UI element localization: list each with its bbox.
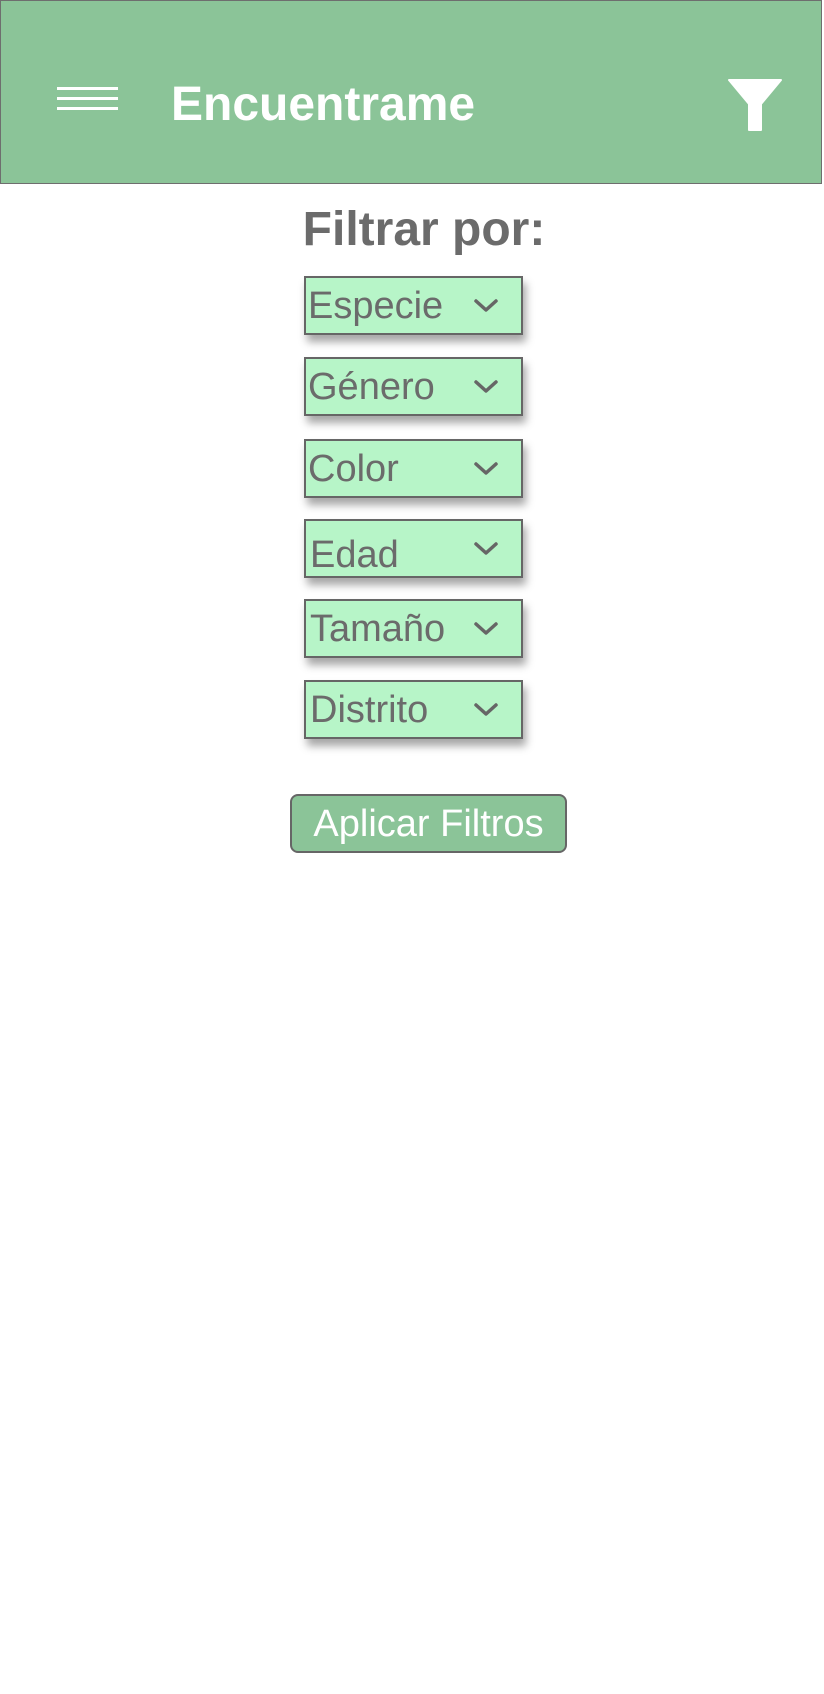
- dropdown-label: Edad: [310, 534, 399, 576]
- age-dropdown[interactable]: Edad: [304, 519, 523, 578]
- chevron-down-icon: [474, 299, 498, 312]
- chevron-down-icon: [474, 542, 498, 555]
- apply-filters-button[interactable]: Aplicar Filtros: [290, 794, 567, 853]
- chevron-down-icon: [474, 622, 498, 635]
- hamburger-menu-icon[interactable]: [57, 87, 118, 113]
- chevron-down-icon: [474, 380, 498, 393]
- color-dropdown[interactable]: Color: [304, 439, 523, 498]
- app-title: Encuentrame: [171, 78, 476, 131]
- gender-dropdown[interactable]: Género: [304, 357, 523, 416]
- filter-heading: Filtrar por:: [302, 203, 546, 256]
- size-dropdown[interactable]: Tamaño: [304, 599, 523, 658]
- dropdown-label: Especie: [308, 285, 444, 327]
- species-dropdown[interactable]: Especie: [304, 276, 523, 335]
- dropdown-label: Género: [308, 366, 435, 408]
- dropdown-label: Distrito: [310, 689, 429, 731]
- dropdown-label: Color: [308, 448, 399, 490]
- dropdown-label: Tamaño: [310, 608, 446, 650]
- app-header: Encuentrame: [0, 0, 822, 184]
- chevron-down-icon: [474, 703, 498, 716]
- district-dropdown[interactable]: Distrito: [304, 680, 523, 739]
- app-screen: Encuentrame Filtrar por: Especie Género …: [0, 0, 824, 1694]
- funnel-icon[interactable]: [727, 78, 783, 132]
- chevron-down-icon: [474, 462, 498, 475]
